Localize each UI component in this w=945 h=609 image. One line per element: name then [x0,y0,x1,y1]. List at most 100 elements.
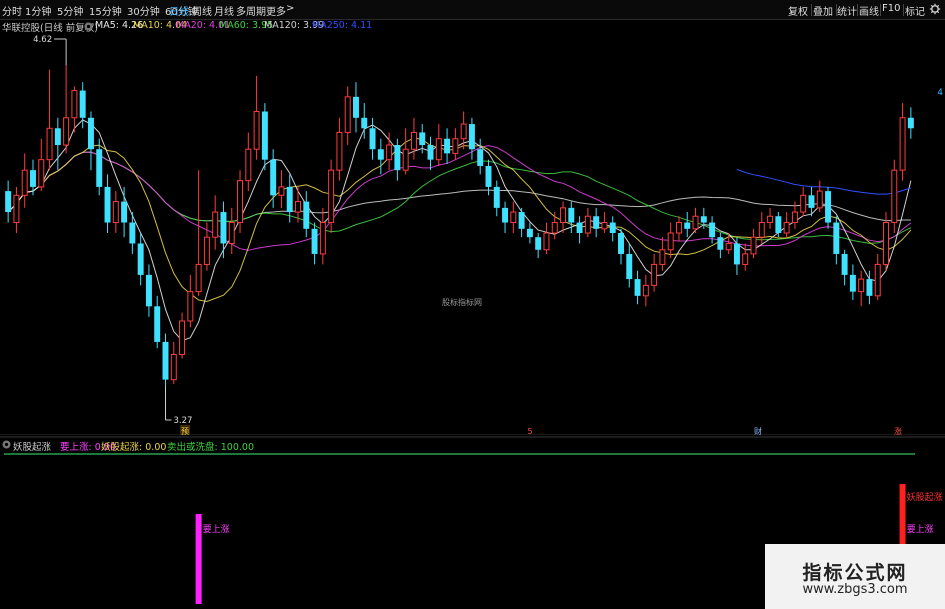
candle [709,222,716,238]
candle [361,117,368,129]
candle [502,207,509,223]
kline-chart[interactable]: 4.62 3.27 4 股标指标网预 5 财 涨要上涨 妖股起涨要上涨 [0,0,945,609]
low-price-label: 3.27 [173,416,192,426]
candle [808,195,815,208]
site-watermark: 指标公式网 www.zbgs3.com [765,544,945,609]
candle [642,284,649,297]
candle [493,186,500,208]
candle [377,149,384,160]
event-marker-2: 财 [754,426,762,436]
candle [750,236,757,255]
candle [899,117,906,171]
event-marker-3: 涨 [894,426,902,436]
candle [907,117,914,129]
candle [626,253,633,280]
candle [145,274,152,307]
candle [79,90,86,118]
candle [791,211,798,224]
candle [96,149,103,187]
candle [609,222,616,233]
candle [410,131,417,150]
candle [278,186,285,196]
candle [675,222,682,234]
candle [220,212,227,244]
candle [427,145,434,160]
candle [816,190,823,209]
candle [435,138,442,161]
candle [485,165,492,187]
candle [667,232,674,251]
candle [386,144,393,161]
ma250-line [736,168,912,195]
candle [634,279,641,296]
candle [560,207,567,224]
candle [651,263,658,286]
candle [46,127,53,161]
candle [295,201,301,213]
candle [742,253,749,265]
candle [618,233,624,254]
candle [584,215,591,234]
candle [858,278,865,293]
candle [659,249,666,265]
candle [54,128,61,146]
ma120-line [7,151,911,222]
candle [394,145,401,171]
candle [203,236,210,265]
candle [601,222,608,230]
candle [303,201,310,229]
high-price-label: 4.62 [33,35,52,45]
candle [129,222,136,244]
candle [841,253,848,275]
candle [121,201,128,223]
candle [767,215,774,224]
candle [419,132,426,146]
candle [452,138,459,154]
candle [725,242,732,251]
candle [137,243,144,275]
candle [261,111,268,160]
candle [38,159,45,188]
candle [444,138,451,154]
center-watermark: 股标指标网 [442,297,482,307]
candle [344,96,351,133]
candle [112,201,119,224]
candle [402,148,409,171]
candle [352,96,359,118]
candle [733,243,740,265]
candle [311,228,318,254]
candle [758,222,765,238]
candle [551,222,558,234]
candle [717,237,724,250]
signal-label-0-0: 要上涨 [203,524,230,535]
candle [319,222,326,255]
candle [5,191,12,213]
candle [700,216,707,223]
candle [510,211,517,224]
candle [237,180,244,224]
signal-label-1-0: 妖股起涨 [907,491,943,503]
event-marker-1: 5 [527,427,532,436]
candle [460,123,467,140]
candle [179,320,186,355]
candle [187,291,194,322]
candle [883,222,889,265]
watermark-title: 指标公式网 [802,562,908,584]
candle [684,222,691,229]
candle [30,170,36,187]
signal-bar-0 [195,514,202,604]
candle [468,124,475,150]
candle [253,111,260,150]
candle [328,169,335,224]
candle [245,148,252,182]
candle [535,237,542,250]
candle [270,159,277,196]
candle [576,222,583,233]
candle [369,128,376,150]
candle [775,216,782,233]
candle [568,207,575,223]
candle [162,341,169,380]
candle [104,186,111,223]
candle [195,263,202,293]
right-price-label: 4 [937,88,943,98]
